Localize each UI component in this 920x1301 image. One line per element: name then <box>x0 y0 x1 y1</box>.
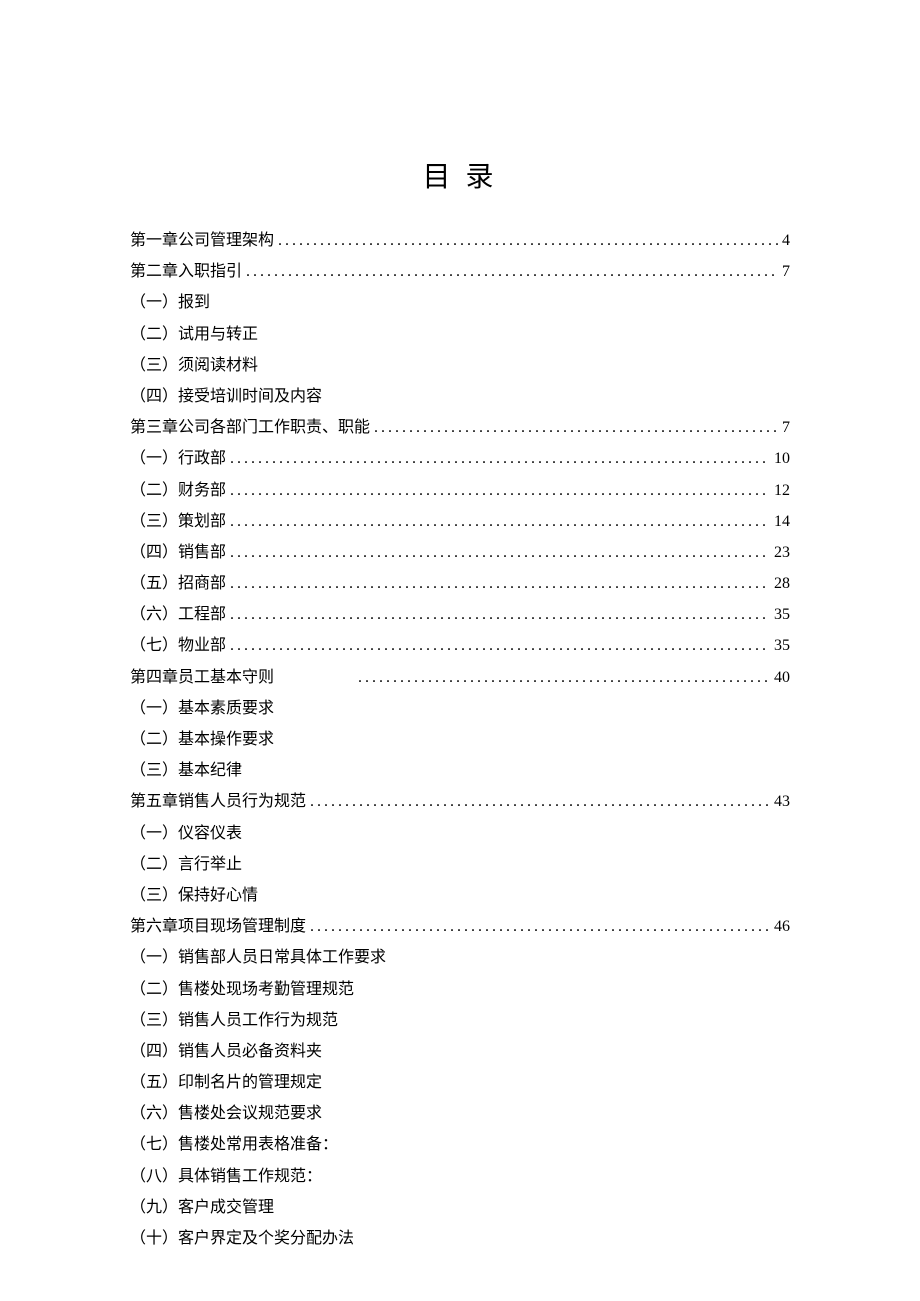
toc-sub-entry: （三）保持好心情 <box>130 880 790 911</box>
toc-sub-entry: （三）须阅读材料 <box>130 350 790 381</box>
toc-sub-entry: （二）基本操作要求 <box>130 724 790 755</box>
toc-entry-label: 第四章员工基本守则 <box>130 662 274 693</box>
toc-entry-label: （七）物业部 <box>130 630 226 661</box>
toc-entry-label: 第六章项目现场管理制度 <box>130 911 306 942</box>
toc-sub-entry: （九）客户成交管理 <box>130 1192 790 1223</box>
toc-page-number: 43 <box>774 786 790 817</box>
toc-entry-label: 第三章公司各部门工作职责、职能 <box>130 412 370 443</box>
toc-entry: 第六章项目现场管理制度 46 <box>130 911 790 942</box>
toc-page-number: 10 <box>774 443 790 474</box>
toc-entry-label: 第二章入职指引 <box>130 256 242 287</box>
toc-dots <box>246 256 778 287</box>
toc-entry: 第四章员工基本守则 40 <box>130 662 790 693</box>
toc-entry-label: （三）策划部 <box>130 506 226 537</box>
toc-entry-label: （四）销售部 <box>130 537 226 568</box>
toc-dots <box>230 443 770 474</box>
toc-entry: 第三章公司各部门工作职责、职能 7 <box>130 412 790 443</box>
toc-dots <box>230 630 770 661</box>
toc-sub-entry: （三）销售人员工作行为规范 <box>130 1005 790 1036</box>
toc-sub-entry: （五）印制名片的管理规定 <box>130 1067 790 1098</box>
toc-sub-entry: （三）基本纪律 <box>130 755 790 786</box>
toc-entry: （六）工程部 35 <box>130 599 790 630</box>
toc-sub-entry: （六）售楼处会议规范要求 <box>130 1098 790 1129</box>
toc-entry: （五）招商部 28 <box>130 568 790 599</box>
toc-sub-entry: （二）试用与转正 <box>130 319 790 350</box>
toc-dots <box>358 662 770 693</box>
toc-page-number: 35 <box>774 599 790 630</box>
toc-sub-entry: （四）接受培训时间及内容 <box>130 381 790 412</box>
toc-sub-entry: （七）售楼处常用表格准备： <box>130 1129 790 1160</box>
toc-dots <box>230 599 770 630</box>
toc-page-number: 12 <box>774 475 790 506</box>
toc-dots <box>230 568 770 599</box>
toc-sub-entry: （十）客户界定及个奖分配办法 <box>130 1223 790 1254</box>
toc-entry-label: 第一章公司管理架构 <box>130 225 274 256</box>
toc-page-number: 7 <box>782 412 790 443</box>
toc-entry: 第五章销售人员行为规范 43 <box>130 786 790 817</box>
toc-entry: （二）财务部 12 <box>130 475 790 506</box>
toc-page-number: 14 <box>774 506 790 537</box>
toc-entry: （一）行政部 10 <box>130 443 790 474</box>
toc-dots <box>230 506 770 537</box>
toc-entry: （七）物业部 35 <box>130 630 790 661</box>
toc-page-number: 7 <box>782 256 790 287</box>
toc-dots <box>230 537 770 568</box>
toc-dots <box>310 911 770 942</box>
toc-sub-entry: （一）销售部人员日常具体工作要求 <box>130 942 790 973</box>
toc-sub-entry: （四）销售人员必备资料夹 <box>130 1036 790 1067</box>
toc-sub-entry: （一）仪容仪表 <box>130 818 790 849</box>
toc-entry: 第二章入职指引 7 <box>130 256 790 287</box>
toc-entry-label: （二）财务部 <box>130 475 226 506</box>
toc-page-number: 46 <box>774 911 790 942</box>
toc-entry: 第一章公司管理架构 4 <box>130 225 790 256</box>
toc-entry-label: （一）行政部 <box>130 443 226 474</box>
toc-entry-label: （六）工程部 <box>130 599 226 630</box>
toc-dots <box>278 225 778 256</box>
toc-page-number: 4 <box>782 225 790 256</box>
toc-page-number: 35 <box>774 630 790 661</box>
toc-sub-entry: （一）基本素质要求 <box>130 693 790 724</box>
toc-dots <box>230 475 770 506</box>
toc-container: 第一章公司管理架构4第二章入职指引7（一）报到（二）试用与转正（三）须阅读材料（… <box>130 225 790 1254</box>
toc-page-number: 23 <box>774 537 790 568</box>
toc-entry: （三）策划部 14 <box>130 506 790 537</box>
toc-title: 目 录 <box>130 155 790 195</box>
toc-entry-label: （五）招商部 <box>130 568 226 599</box>
toc-sub-entry: （二）售楼处现场考勤管理规范 <box>130 974 790 1005</box>
toc-sub-entry: （一）报到 <box>130 287 790 318</box>
toc-dots <box>374 412 778 443</box>
toc-sub-entry: （二）言行举止 <box>130 849 790 880</box>
toc-dots <box>310 786 770 817</box>
toc-page-number: 40 <box>774 662 790 693</box>
toc-entry: （四）销售部 23 <box>130 537 790 568</box>
toc-entry-label: 第五章销售人员行为规范 <box>130 786 306 817</box>
toc-page-number: 28 <box>774 568 790 599</box>
toc-sub-entry: （八）具体销售工作规范： <box>130 1161 790 1192</box>
